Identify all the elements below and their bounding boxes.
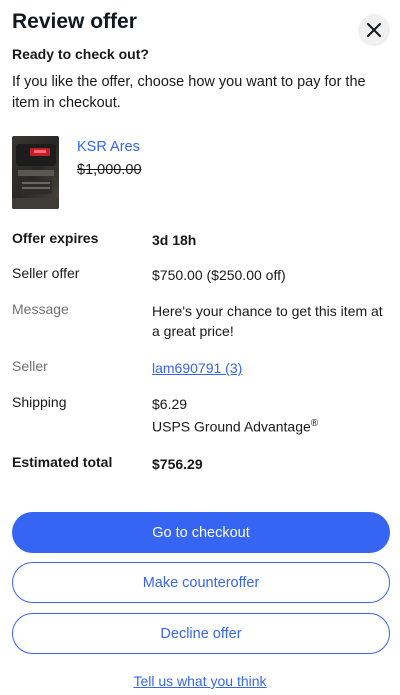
review-offer-dialog: Review offer Ready to check out? If you … [0,0,400,695]
dialog-title: Review offer [12,10,137,33]
item-thumbnail[interactable] [12,136,59,209]
estimated-total-value: $756.29 [152,456,203,472]
decline-offer-button[interactable]: Decline offer [12,613,390,654]
seller-offer-value: $750.00 ($250.00 off) [152,267,286,283]
shipping-method: USPS Ground Advantage [152,418,311,435]
original-price: $1,000.00 [77,162,142,178]
intro-text: If you like the offer, choose how you wa… [12,74,366,111]
offer-expires-value: 3d 18h [152,232,197,248]
offer-expires-label: Offer expires [12,230,99,246]
go-to-checkout-button[interactable]: Go to checkout [12,512,390,553]
seller-label: Seller [12,358,48,374]
shipping-label: Shipping [12,394,67,410]
close-button[interactable] [358,14,390,46]
shipping-cost: $6.29 [152,396,188,412]
make-counteroffer-button[interactable]: Make counteroffer [12,562,390,603]
close-icon [367,23,381,37]
feedback-link[interactable]: Tell us what you think [0,673,400,689]
seller-link[interactable]: lam690791 (3) [152,360,242,376]
dialog-subtitle: Ready to check out? [12,46,149,62]
item-title-link[interactable]: KSR Ares [77,139,142,155]
message-label: Message [12,301,69,317]
product-photo [12,136,59,209]
estimated-total-label: Estimated total [12,454,113,470]
offer-item: KSR Ares $1,000.00 [12,136,142,209]
registered-mark: ® [310,418,319,429]
message-value: Here's your chance to get this item at a… [152,303,383,339]
seller-offer-label: Seller offer [12,265,80,281]
